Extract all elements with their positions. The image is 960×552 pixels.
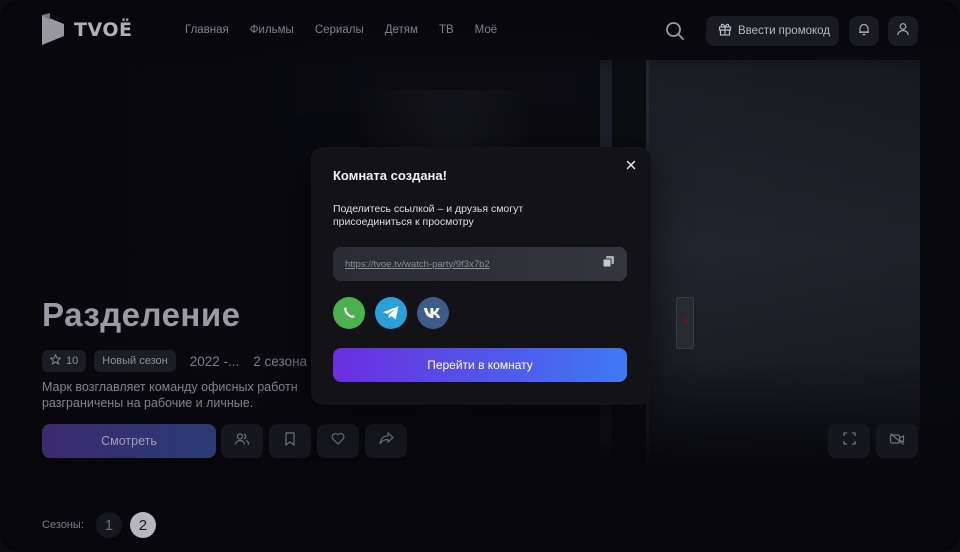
mute-button[interactable] (876, 424, 918, 458)
star-icon (49, 353, 62, 368)
app-frame: TVOЁ Главная Фильмы Сериалы Детям ТВ Моё (0, 0, 960, 552)
copy-icon[interactable] (602, 255, 615, 273)
share-button[interactable] (365, 424, 407, 458)
gift-icon (718, 22, 732, 41)
watch-party-button[interactable] (221, 424, 263, 458)
dialog-subtitle: Поделитесь ссылкой – и друзья смогут при… (333, 203, 524, 228)
seasons-label: Сезоны: (42, 519, 84, 531)
main-nav: Главная Фильмы Сериалы Детям ТВ Моё (185, 24, 497, 36)
whatsapp-icon[interactable] (333, 297, 365, 329)
bookmark-button[interactable] (269, 424, 311, 458)
invite-link-field[interactable]: https://tvoe.tv/watch-party/9f3x7b2 (333, 247, 627, 281)
season-button-2[interactable]: 2 (129, 512, 156, 538)
close-icon[interactable] (623, 157, 639, 173)
fullscreen-button[interactable] (828, 424, 870, 458)
room-created-dialog: Комната создана! Поделитесь ссылкой – и … (311, 147, 651, 405)
promo-code-label: Ввести промокод (738, 25, 831, 37)
go-to-room-button[interactable]: Перейти в комнату (333, 348, 627, 382)
users-icon (234, 432, 250, 451)
nav-item-home[interactable]: Главная (185, 24, 229, 36)
show-title: Разделение (42, 296, 241, 333)
telegram-icon[interactable] (375, 297, 407, 329)
show-description: Марк возглавляет команду офисных работн … (42, 380, 298, 410)
dialog-title: Комната создана! (333, 168, 447, 183)
bell-icon (857, 22, 871, 41)
show-meta: 10 Новый сезон 2022 -... 2 сезона (42, 350, 307, 372)
heart-icon (331, 432, 345, 450)
share-socials (333, 297, 449, 329)
new-season-badge: Новый сезон (94, 350, 176, 372)
bookmark-icon (284, 431, 296, 451)
search-icon[interactable] (664, 20, 686, 42)
logo-icon (42, 13, 64, 47)
profile-button[interactable] (888, 16, 918, 46)
show-years: 2022 -... (189, 353, 240, 369)
fullscreen-icon (842, 432, 856, 450)
nav-item-movies[interactable]: Фильмы (250, 24, 294, 36)
rating-chip: 10 (42, 350, 87, 372)
notifications-button[interactable] (849, 16, 879, 46)
watch-button[interactable]: Смотреть (42, 424, 216, 458)
show-seasons-count: 2 сезона (253, 353, 308, 369)
like-button[interactable] (317, 424, 359, 458)
nav-item-tv[interactable]: ТВ (439, 24, 454, 36)
top-header: TVOЁ Главная Фильмы Сериалы Детям ТВ Моё (0, 0, 960, 62)
user-icon (896, 22, 910, 41)
invite-link-text[interactable]: https://tvoe.tv/watch-party/9f3x7b2 (345, 259, 490, 270)
video-off-icon (889, 432, 905, 451)
nav-item-kids[interactable]: Детям (385, 24, 418, 36)
nav-item-mine[interactable]: Моё (475, 24, 498, 36)
vk-icon[interactable] (417, 297, 449, 329)
season-selector: Сезоны: 1 2 (42, 512, 156, 538)
promo-code-button[interactable]: Ввести промокод (706, 16, 839, 46)
nav-item-series[interactable]: Сериалы (315, 24, 364, 36)
rating-value: 10 (66, 355, 79, 367)
share-icon (378, 431, 394, 450)
logo[interactable]: TVOЁ (42, 13, 132, 47)
season-button-1[interactable]: 1 (95, 512, 122, 538)
logo-text: TVOЁ (74, 19, 133, 41)
